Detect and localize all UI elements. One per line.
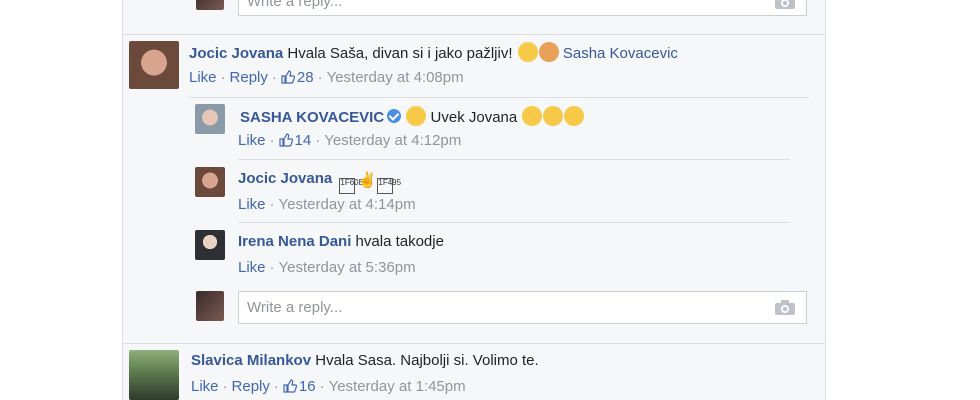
divider [123, 34, 825, 35]
reply-body: Jocic Jovana 1F60B✌1F495 [238, 170, 401, 194]
like-count[interactable]: 16 [299, 378, 316, 395]
missing-glyph-icon: 1F495 [377, 178, 401, 194]
like-link[interactable]: Like [189, 69, 217, 86]
reply-author[interactable]: SASHA KOVACEVIC [240, 109, 384, 126]
reply-input[interactable] [239, 292, 735, 323]
reply-actions: Like · Yesterday at 5:36pm [238, 259, 416, 276]
reply-author[interactable]: Irena Nena Dani [238, 233, 351, 250]
comment-author[interactable]: Jocic Jovana [189, 45, 283, 62]
like-link[interactable]: Like [191, 378, 219, 395]
comment-actions: Like · Reply · 16 · Yesterday at 1:45pm [191, 378, 466, 395]
like-link[interactable]: Like [238, 259, 266, 276]
heart-eyes-emoji-icon [517, 42, 538, 62]
reply-body: SASHA KOVACEVIC Uvek Jovana [240, 106, 585, 126]
comments-panel: Jocic Jovana Hvala Saša, divan si i jako… [122, 0, 826, 400]
reply-input-box[interactable] [238, 0, 807, 16]
timestamp[interactable]: Yesterday at 4:14pm [279, 196, 416, 213]
divider [238, 159, 790, 160]
camera-icon[interactable] [774, 300, 796, 316]
avatar[interactable] [196, 291, 224, 321]
reply-input-box[interactable] [238, 291, 807, 324]
like-count[interactable]: 14 [295, 132, 312, 149]
reply-body: Irena Nena Dani hvala takodje [238, 233, 444, 250]
comment-text: Hvala Sasa. Najbolji si. Volimo te. [315, 352, 539, 369]
reply-input[interactable] [239, 0, 735, 15]
tagged-user[interactable]: Sasha Kovacevic [563, 45, 678, 62]
timestamp[interactable]: Yesterday at 5:36pm [279, 259, 416, 276]
couple-emoji-icon [538, 42, 559, 62]
comment-author[interactable]: Slavica Milankov [191, 352, 311, 369]
avatar[interactable] [195, 167, 225, 197]
reply-link[interactable]: Reply [230, 69, 268, 86]
comment-text: Hvala Saša, divan si i jako pažljiv! [287, 45, 513, 62]
divider [189, 97, 809, 98]
verified-badge-icon [387, 109, 402, 123]
comment-body: Jocic Jovana Hvala Saša, divan si i jako… [189, 42, 678, 62]
reply-actions: Like · 14 · Yesterday at 4:12pm [238, 132, 462, 149]
comment-actions: Like · Reply · 28 · Yesterday at 4:08pm [189, 69, 464, 86]
timestamp[interactable]: Yesterday at 4:08pm [327, 69, 464, 86]
timestamp[interactable]: Yesterday at 4:12pm [324, 132, 461, 149]
victory-hand-icon: ✌ [358, 172, 378, 189]
reply-link[interactable]: Reply [232, 378, 270, 395]
thumbs-up-icon [283, 379, 297, 393]
divider [123, 343, 825, 344]
thumbs-up-icon [281, 70, 295, 84]
camera-icon[interactable] [774, 0, 796, 10]
like-link[interactable]: Like [238, 132, 266, 149]
reply-text: Uvek Jovana [430, 109, 518, 126]
comment-body: Slavica Milankov Hvala Sasa. Najbolji si… [191, 352, 539, 369]
reply-author[interactable]: Jocic Jovana [238, 170, 332, 187]
thumbs-up-icon [278, 133, 293, 147]
relieved-emoji-icon [522, 106, 543, 126]
timestamp[interactable]: Yesterday at 1:45pm [329, 378, 466, 395]
like-count[interactable]: 28 [297, 69, 314, 86]
avatar[interactable] [196, 0, 224, 10]
avatar[interactable] [195, 230, 225, 260]
reply-actions: Like · Yesterday at 4:14pm [238, 196, 416, 213]
missing-glyph-icon: 1F60B [339, 178, 364, 194]
reply-text: hvala takodje [355, 233, 444, 250]
avatar[interactable] [129, 41, 179, 89]
heart-eyes-emoji-icon [543, 106, 564, 126]
avatar[interactable] [129, 350, 179, 400]
avatar[interactable] [195, 104, 225, 134]
tongue-emoji-icon [564, 106, 585, 126]
smirk-emoji-icon [406, 106, 427, 126]
like-link[interactable]: Like [238, 196, 266, 213]
divider [238, 222, 790, 223]
